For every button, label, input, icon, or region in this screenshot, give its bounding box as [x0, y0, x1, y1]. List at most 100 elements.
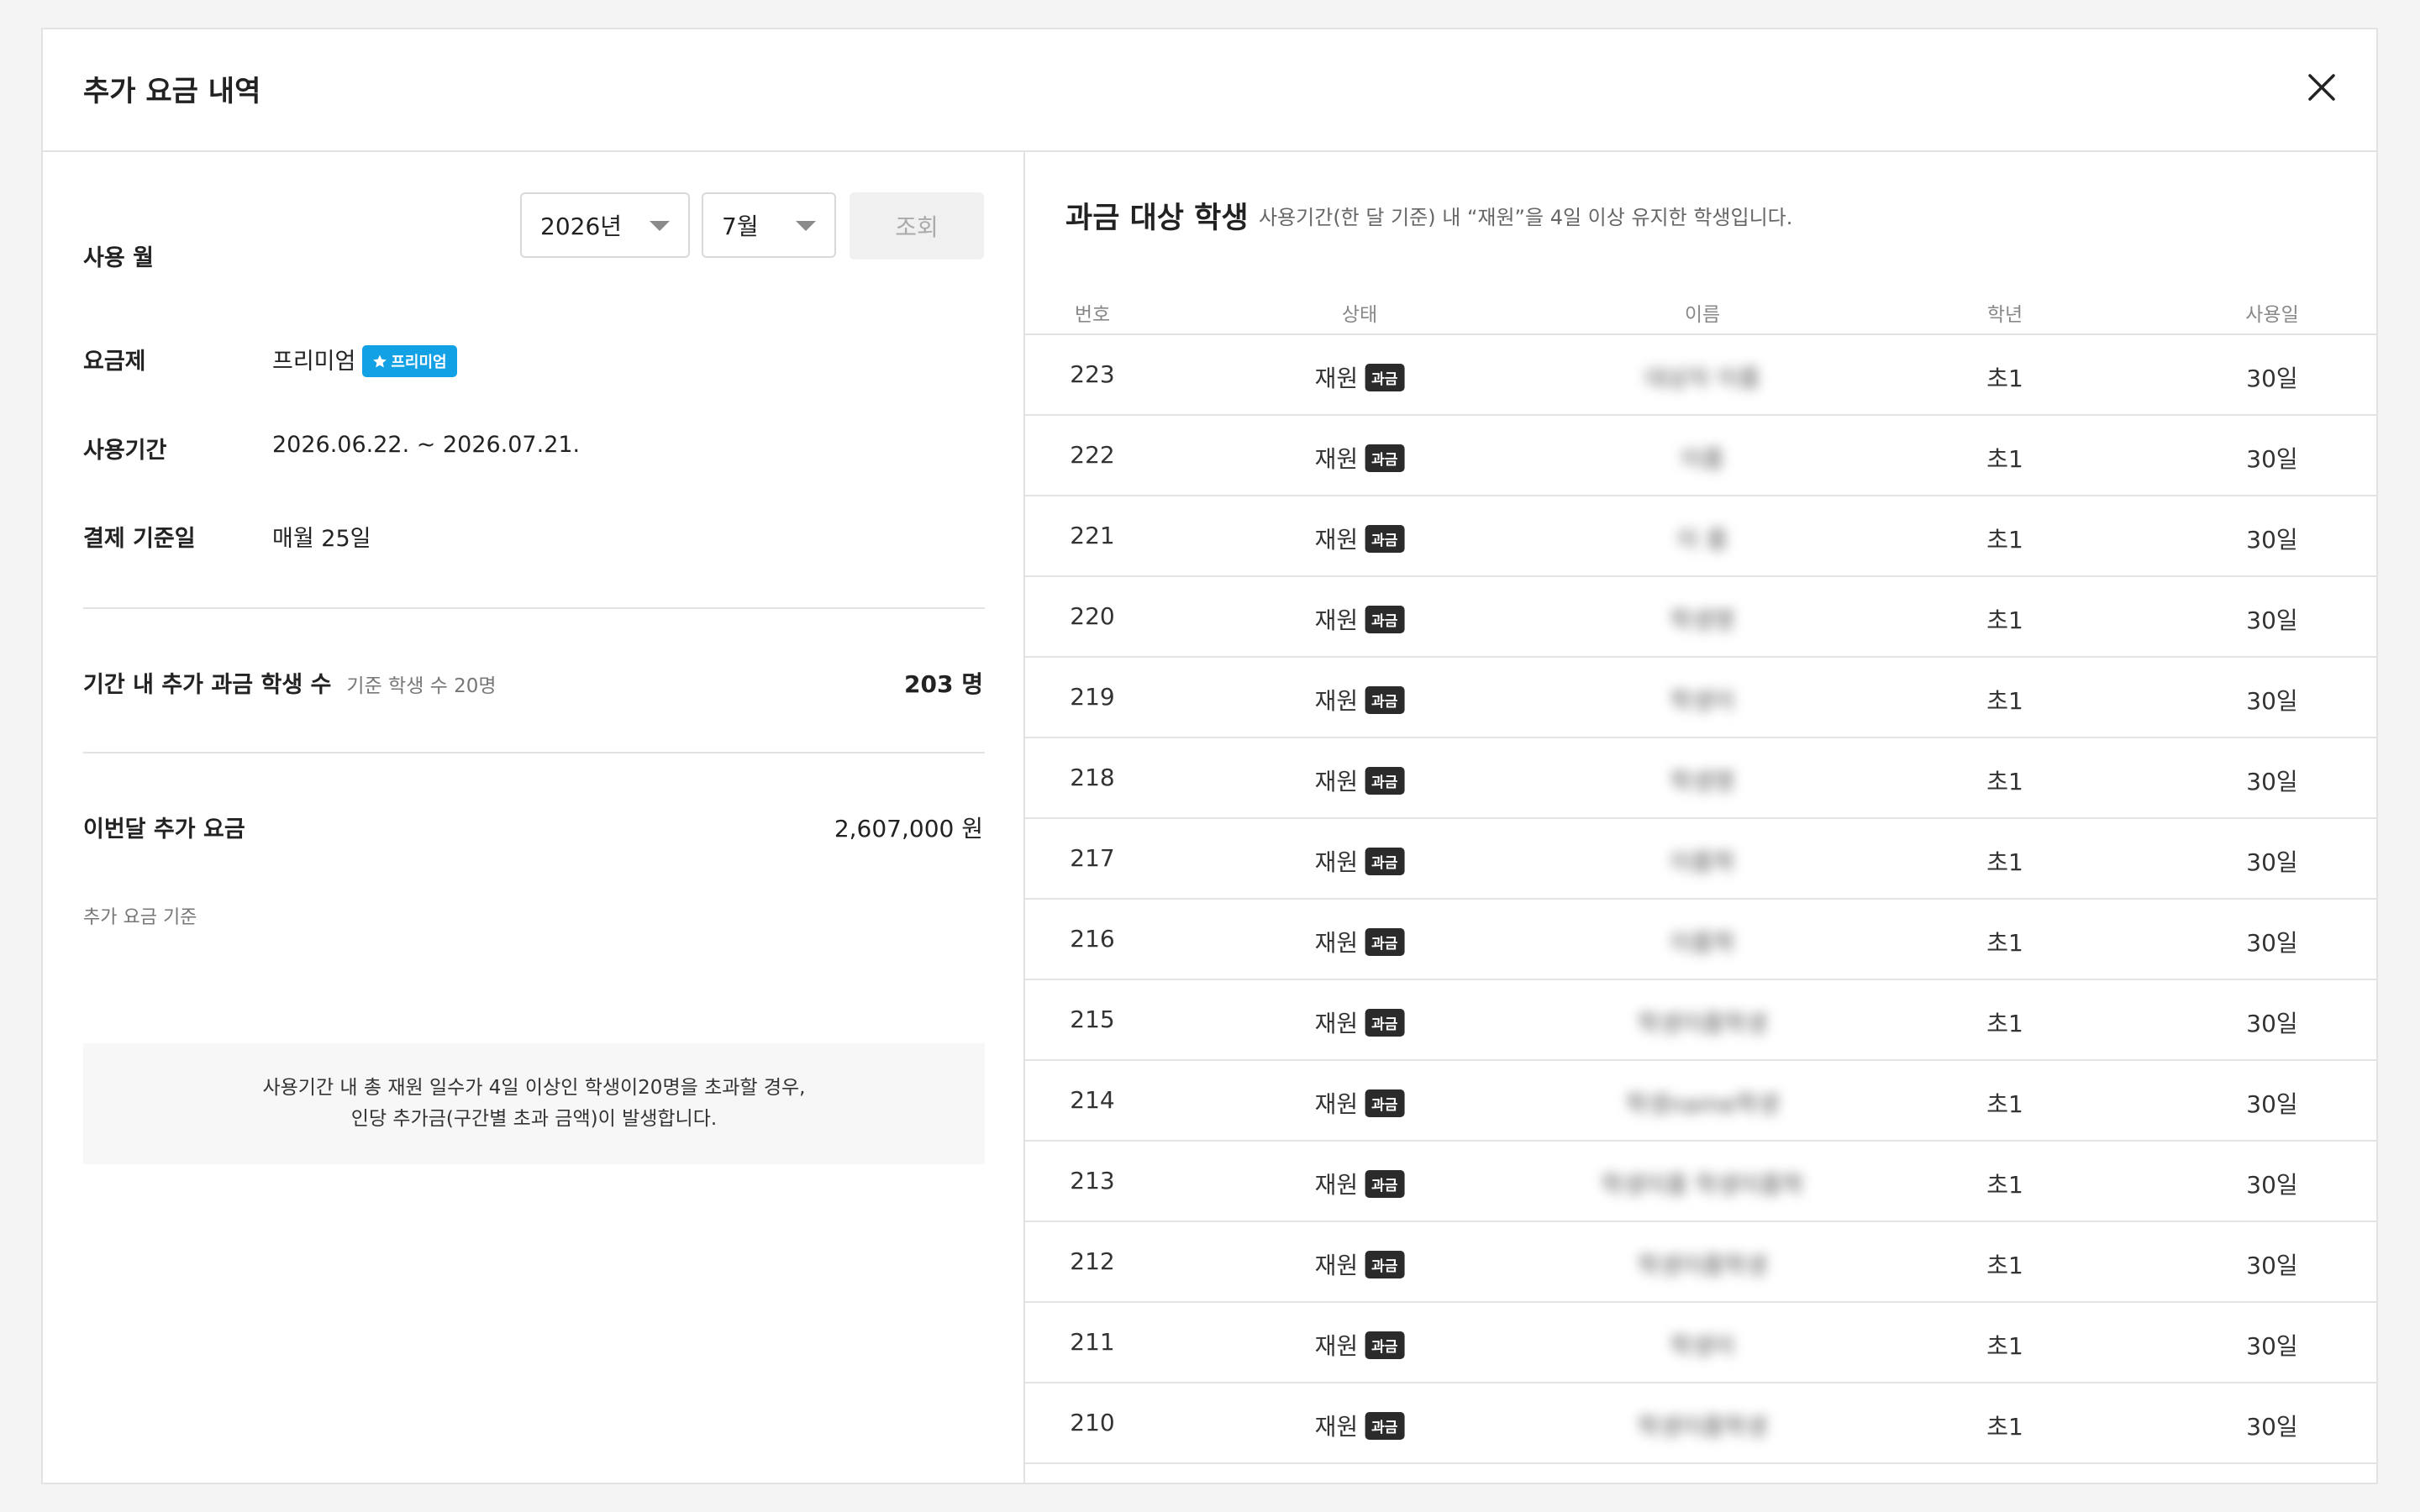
row-number: 213	[1070, 1167, 1115, 1194]
row-grade: 초1	[1986, 1332, 2023, 1360]
row-days: 30일	[2246, 526, 2298, 554]
row-grade: 초1	[1986, 1252, 2023, 1279]
close-button[interactable]	[2297, 63, 2346, 112]
row-number: 218	[1070, 764, 1115, 791]
billing-day-label: 결제 기준일	[83, 526, 196, 552]
billing-day-value: 매월 25일	[272, 526, 371, 552]
modal-header: 추가 요금 내역	[43, 29, 2376, 152]
chevron-down-icon	[650, 221, 670, 231]
row-days: 30일	[2246, 1090, 2298, 1118]
table-row[interactable]: 214 재원 과금 학생name학생 초1 30일	[1025, 1061, 2378, 1142]
chevron-down-icon	[796, 221, 816, 231]
row-name: 이 름	[1676, 526, 1728, 554]
period-label: 사용기간	[83, 438, 167, 464]
row-days: 30일	[2246, 687, 2298, 715]
divider	[83, 752, 985, 753]
row-number: 212	[1070, 1247, 1115, 1275]
row-name: 학생name학생	[1625, 1090, 1780, 1118]
premium-badge: 프리미엄	[362, 344, 457, 377]
row-status: 재원 과금	[1315, 602, 1405, 636]
table-row[interactable]: 223 재원 과금 대상자 이름 초1 30일	[1025, 335, 2378, 416]
row-name: 학생이름학생	[1637, 1252, 1768, 1279]
premium-badge-label: 프리미엄	[391, 353, 447, 371]
table-row[interactable]: 211 재원 과금 학생이 초1 30일	[1025, 1303, 2378, 1383]
table-row[interactable]: 221 재원 과금 이 름 초1 30일	[1025, 496, 2378, 577]
query-button[interactable]: 조회	[850, 192, 984, 260]
table-row[interactable]: 222 재원 과금 이름 초1 30일	[1025, 416, 2378, 496]
charge-badge: 과금	[1365, 605, 1405, 633]
divider	[83, 607, 985, 609]
status-text: 재원	[1314, 606, 1359, 634]
plan-label: 요금제	[83, 349, 146, 375]
charge-badge: 과금	[1365, 1411, 1405, 1440]
row-status: 재원 과금	[1315, 1409, 1405, 1442]
table-row[interactable]: 217 재원 과금 이름학 초1 30일	[1025, 819, 2378, 900]
table-row[interactable]: 216 재원 과금 이름학 초1 30일	[1025, 900, 2378, 980]
row-number: 214	[1070, 1086, 1115, 1114]
status-text: 재원	[1314, 1010, 1359, 1037]
fee-details-modal: 추가 요금 내역 사용 월 2026년 7월 조회 요금제 프리미엄 프리미엄 사…	[41, 28, 2378, 1484]
row-name: 학생이름학생	[1637, 1010, 1768, 1037]
row-status: 재원 과금	[1315, 441, 1405, 475]
criteria-info-box: 사용기간 내 총 재원 일수가 4일 이상인 학생이20명을 초과할 경우, 인…	[83, 1043, 985, 1164]
modal-title: 추가 요금 내역	[83, 75, 261, 108]
row-days: 30일	[2246, 1413, 2298, 1441]
row-number: 211	[1070, 1328, 1115, 1356]
row-number: 217	[1070, 844, 1115, 872]
extra-students-label: 기간 내 추가 과금 학생 수	[83, 672, 332, 698]
table-row[interactable]: 213 재원 과금 학생이름 학생이름학 초1 30일	[1025, 1142, 2378, 1222]
row-status: 재원 과금	[1315, 925, 1405, 958]
plan-value-row: 프리미엄 프리미엄	[272, 343, 457, 379]
extra-students-row: 기간 내 추가 과금 학생 수 기준 학생 수 20명	[83, 666, 497, 699]
row-name: 학생이	[1670, 687, 1735, 715]
row-status: 재원 과금	[1315, 844, 1405, 878]
row-status: 재원 과금	[1315, 1167, 1405, 1200]
table-row[interactable]: 219 재원 과금 학생이 초1 30일	[1025, 658, 2378, 738]
criteria-line-1: 사용기간 내 총 재원 일수가 4일 이상인 학생이20명을 초과할 경우,	[262, 1077, 806, 1099]
row-number: 216	[1070, 925, 1115, 953]
row-days: 30일	[2246, 1171, 2298, 1199]
charge-badge: 과금	[1365, 927, 1405, 956]
year-select[interactable]: 2026년	[520, 192, 690, 258]
row-name: 대상자 이름	[1644, 365, 1760, 392]
row-status: 재원 과금	[1315, 1086, 1405, 1120]
table-row[interactable]: 210 재원 과금 학생이름학생 초1 30일	[1025, 1383, 2378, 1464]
extra-students-note: 기준 학생 수 20명	[346, 675, 497, 697]
monthly-fee-value: 2,607,000 원	[834, 815, 983, 843]
row-status: 재원 과금	[1315, 1005, 1405, 1039]
charge-badge: 과금	[1365, 766, 1405, 795]
table-row[interactable]: 220 재원 과금 학생명 초1 30일	[1025, 577, 2378, 658]
charge-badge: 과금	[1365, 847, 1405, 875]
usage-month-label: 사용 월	[83, 245, 154, 271]
status-text: 재원	[1314, 1090, 1359, 1118]
row-status: 재원 과금	[1315, 683, 1405, 717]
row-grade: 초1	[1986, 848, 2023, 876]
status-text: 재원	[1314, 1252, 1359, 1279]
table-row[interactable]: 212 재원 과금 학생이름학생 초1 30일	[1025, 1222, 2378, 1303]
row-number: 221	[1070, 522, 1115, 549]
table-row[interactable]: 218 재원 과금 학생명 초1 30일	[1025, 738, 2378, 819]
status-text: 재원	[1314, 687, 1359, 715]
row-name: 학생이름학생	[1637, 1413, 1768, 1441]
monthly-fee-label: 이번달 추가 요금	[83, 816, 245, 843]
charge-badge: 과금	[1365, 1331, 1405, 1359]
panel-title: 과금 대상 학생	[1065, 202, 1249, 235]
status-text: 재원	[1314, 929, 1359, 957]
students-table-body: 223 재원 과금 대상자 이름 초1 30일 222 재원 과금 이름 초1 30일 221 재원 과금 이…	[1025, 335, 2378, 1464]
status-text: 재원	[1314, 526, 1359, 554]
status-text: 재원	[1314, 1332, 1359, 1360]
month-select[interactable]: 7월	[702, 192, 836, 258]
row-number: 215	[1070, 1005, 1115, 1033]
row-days: 30일	[2246, 1332, 2298, 1360]
row-name: 학생이름 학생이름학	[1601, 1171, 1804, 1199]
row-status: 재원 과금	[1315, 360, 1405, 394]
row-status: 재원 과금	[1315, 764, 1405, 797]
table-row[interactable]: 215 재원 과금 학생이름학생 초1 30일	[1025, 980, 2378, 1061]
status-text: 재원	[1314, 768, 1359, 795]
criteria-label: 추가 요금 기준	[83, 907, 197, 928]
row-name: 학생명	[1670, 768, 1735, 795]
row-days: 30일	[2246, 768, 2298, 795]
charge-badge: 과금	[1365, 524, 1405, 553]
column-header-status: 상태	[1341, 304, 1378, 326]
column-header-name: 이름	[1684, 304, 1721, 326]
